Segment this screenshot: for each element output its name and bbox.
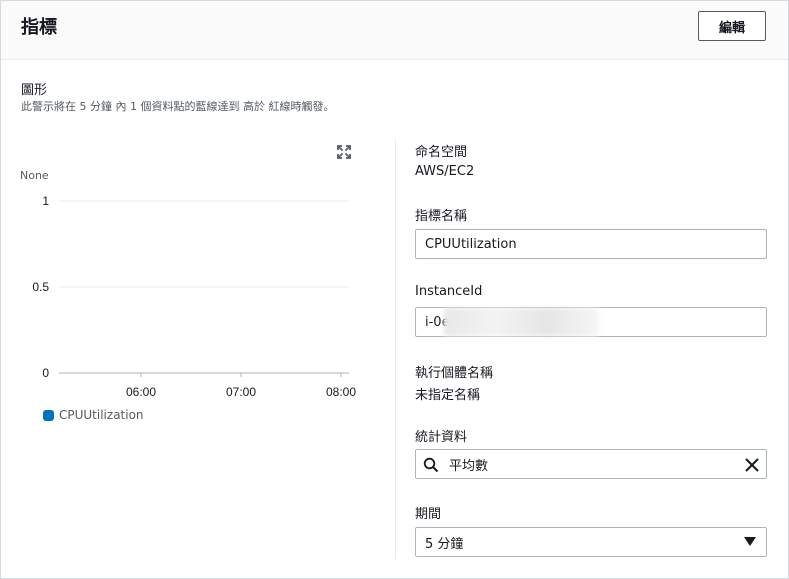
namespace-value: AWS/EC2 [415, 164, 475, 179]
instance-id-label: InstanceId [415, 284, 483, 299]
period-select[interactable]: 5 分鐘 [415, 527, 767, 557]
statistic-search-input[interactable]: 平均數 [415, 449, 767, 479]
instance-name-label: 執行個體名稱 [415, 366, 494, 381]
redacted-text [444, 308, 599, 336]
x-tick-label: 07:00 [226, 385, 256, 399]
metric-name-field[interactable]: CPUUtilization [415, 229, 767, 259]
caret-down-icon [744, 537, 756, 546]
legend-swatch [43, 409, 54, 421]
x-tick-label: 06:00 [126, 385, 156, 399]
chart-legend: CPUUtilization [43, 408, 144, 422]
x-tick-label: 08:00 [326, 385, 356, 399]
metric-name-label: 指標名稱 [415, 209, 468, 224]
search-icon [423, 457, 439, 473]
graph-title: 圖形 [21, 83, 48, 98]
statistic-value: 平均數 [449, 458, 489, 474]
instance-name-value: 未指定名稱 [415, 388, 481, 403]
y-tick-label: 1 [42, 194, 49, 208]
graph-description: 此警示將在 5 分鐘 內 1 個資料點的藍線達到 高於 紅線時觸發。 [21, 100, 335, 113]
panel-header: 指標 編輯 [1, 1, 788, 60]
y-tick-label: 0 [42, 366, 49, 380]
close-icon[interactable] [744, 457, 760, 473]
column-divider [395, 139, 396, 559]
metric-name-value: CPUUtilization [425, 236, 517, 252]
legend-label: CPUUtilization [59, 408, 144, 422]
y-tick-label: 0.5 [32, 280, 49, 294]
period-label: 期間 [415, 507, 442, 522]
panel-title: 指標 [21, 17, 57, 38]
namespace-label: 命名空間 [415, 145, 468, 160]
expand-icon[interactable] [336, 144, 352, 160]
edit-button[interactable]: 編輯 [698, 11, 766, 41]
metric-chart: 1 0.5 0 06:00 07:00 08:00 [32, 194, 356, 399]
statistic-label: 統計資料 [415, 430, 468, 445]
period-value: 5 分鐘 [425, 536, 464, 552]
metrics-panel: 指標 編輯 圖形 此警示將在 5 分鐘 內 1 個資料點的藍線達到 高於 紅線時… [0, 0, 789, 579]
